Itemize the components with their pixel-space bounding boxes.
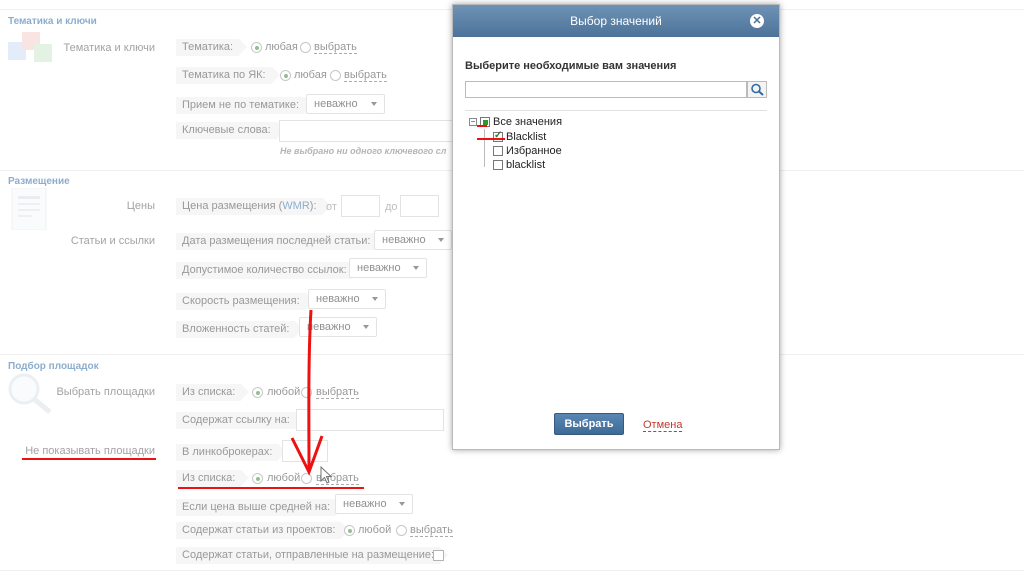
annotation-arrow xyxy=(290,309,324,476)
